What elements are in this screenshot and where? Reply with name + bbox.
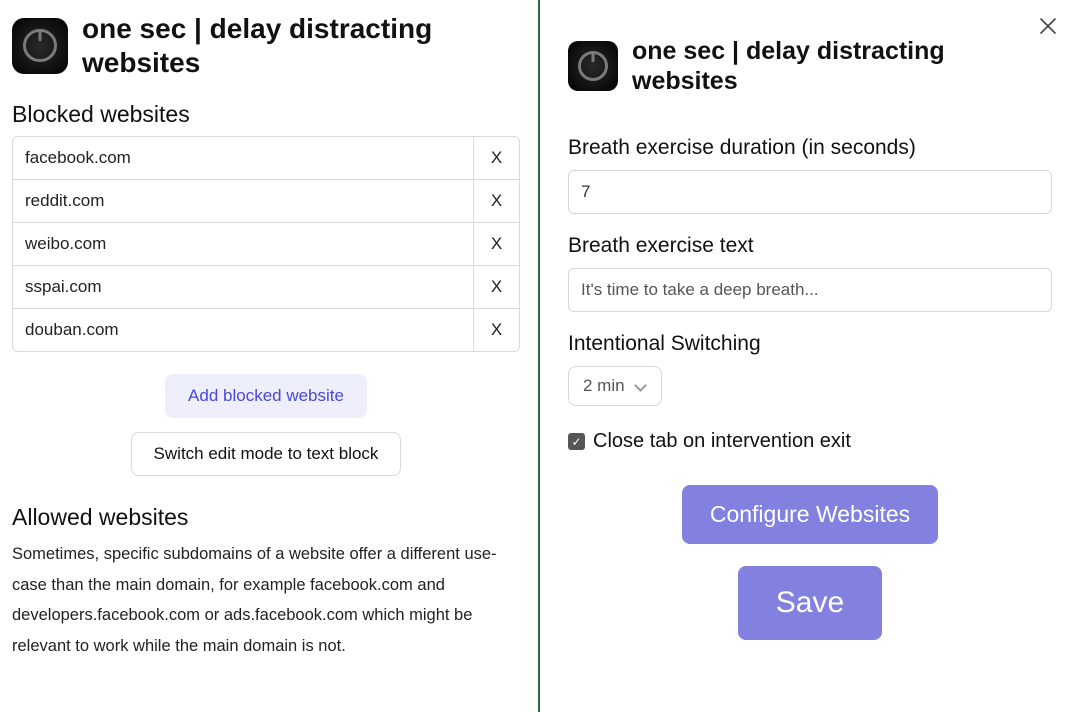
blocked-domain: reddit.com [13,180,473,222]
remove-site-button[interactable]: X [473,180,519,222]
app-logo-icon [568,41,618,91]
configure-websites-button[interactable]: Configure Websites [682,485,938,544]
remove-site-button[interactable]: X [473,266,519,308]
blocked-domain: facebook.com [13,137,473,179]
blocked-domain: weibo.com [13,223,473,265]
breath-text-input[interactable] [568,268,1052,312]
allowed-websites-heading: Allowed websites [12,504,520,531]
chevron-down-icon [635,380,647,392]
settings-actions: Configure Websites Save [568,485,1052,640]
breath-text-label: Breath exercise text [568,234,1052,258]
blocked-websites-heading: Blocked websites [12,101,520,128]
add-blocked-website-button[interactable]: Add blocked website [165,374,367,418]
close-icon[interactable] [1038,16,1058,41]
allowed-websites-description: Sometimes, specific subdomains of a webs… [12,539,520,661]
duration-label: Breath exercise duration (in seconds) [568,136,1052,160]
intentional-switching-select[interactable]: 2 min [568,366,662,406]
blocked-websites-list: facebook.com X reddit.com X weibo.com X … [12,136,520,352]
app-header-right: one sec | delay distracting websites [568,36,1052,96]
blocked-row: douban.com X [13,308,519,351]
duration-input[interactable] [568,170,1052,214]
remove-site-button[interactable]: X [473,137,519,179]
close-tab-checkbox[interactable]: ✓ [568,433,585,450]
blocked-domain: sspai.com [13,266,473,308]
blocked-domain: douban.com [13,309,473,351]
app-title: one sec | delay distracting websites [632,36,1052,96]
intentional-switching-value: 2 min [583,376,625,396]
app-header-left: one sec | delay distracting websites [12,12,520,79]
settings-panel: one sec | delay distracting websites Bre… [540,0,1080,712]
remove-site-button[interactable]: X [473,223,519,265]
switch-edit-mode-button[interactable]: Switch edit mode to text block [131,432,402,476]
blocked-row: facebook.com X [13,137,519,179]
blocked-row: reddit.com X [13,179,519,222]
blocked-row: weibo.com X [13,222,519,265]
blocked-row: sspai.com X [13,265,519,308]
app-title: one sec | delay distracting websites [82,12,520,79]
remove-site-button[interactable]: X [473,309,519,351]
close-tab-row[interactable]: ✓ Close tab on intervention exit [568,430,1052,453]
intentional-switching-label: Intentional Switching [568,332,1052,356]
close-tab-label: Close tab on intervention exit [593,430,851,453]
app-logo-icon [12,18,68,74]
blocked-actions: Add blocked website Switch edit mode to … [12,374,520,476]
save-button[interactable]: Save [738,566,882,640]
blocked-websites-panel: one sec | delay distracting websites Blo… [0,0,540,712]
